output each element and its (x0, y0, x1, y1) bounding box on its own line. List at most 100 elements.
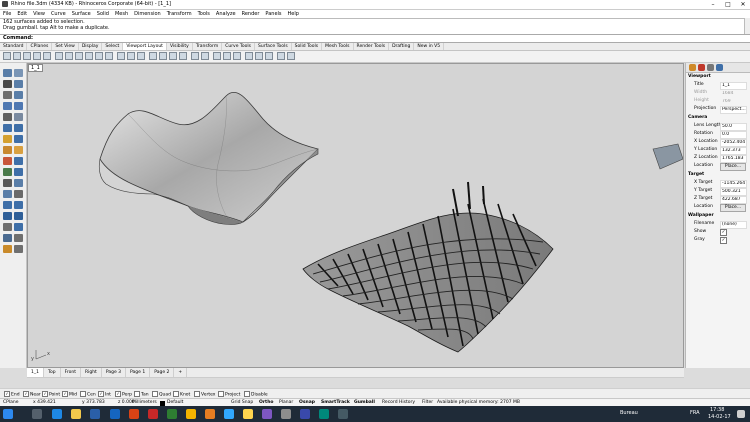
osnap-checkbox[interactable] (194, 391, 200, 397)
excel-icon[interactable] (167, 409, 177, 419)
rotation-field[interactable]: 0.0 (720, 131, 747, 139)
z-location-field[interactable]: 1765.183 (720, 155, 747, 163)
split-horizontal-icon[interactable] (169, 52, 177, 60)
four-views-icon[interactable] (149, 52, 157, 60)
tab-visibility[interactable]: Visibility (167, 43, 193, 50)
viewport-tab-right[interactable]: Right (81, 368, 102, 377)
osnap-checkbox[interactable]: ✓ (98, 391, 104, 397)
close-button[interactable]: ✕ (736, 0, 750, 9)
pan-icon[interactable] (85, 52, 93, 60)
y-location-field[interactable]: 132.373 (720, 147, 747, 155)
surface-icon[interactable] (3, 124, 12, 132)
text-icon[interactable] (14, 234, 23, 242)
language-label[interactable]: Bureau (620, 410, 638, 416)
osnap-checkbox[interactable]: ✓ (23, 391, 29, 397)
cut-icon[interactable] (55, 52, 63, 60)
wavy-surface[interactable] (98, 92, 319, 225)
tab-mesh-tools[interactable]: Mesh Tools (322, 43, 354, 50)
viewport-title[interactable]: 1_1 (28, 64, 43, 72)
osnap-checkbox[interactable]: ✓ (115, 391, 121, 397)
x-location-field[interactable]: -2052.404 (720, 139, 747, 147)
render-icon[interactable] (255, 52, 263, 60)
trim-icon[interactable] (14, 179, 23, 187)
maximize-button[interactable]: □ (721, 0, 735, 9)
filename-field[interactable]: (none) (720, 221, 747, 229)
ellipse-icon[interactable] (14, 102, 23, 110)
import-icon[interactable] (43, 52, 51, 60)
tab-viewport-layout[interactable]: Viewport Layout (123, 43, 167, 50)
osnap-checkbox[interactable] (244, 391, 250, 397)
select-arrow-icon[interactable] (3, 69, 12, 77)
z-target-field[interactable]: 422.687 (720, 196, 747, 204)
menu-mesh[interactable]: Mesh (112, 10, 131, 18)
show-checkbox[interactable]: ✓ (720, 229, 727, 236)
osnap-perp[interactable]: ✓ Perp (115, 391, 132, 398)
menu-help[interactable]: Help (285, 10, 302, 18)
menu-file[interactable]: File (0, 10, 14, 18)
loft-icon[interactable] (3, 135, 12, 143)
rotate-icon[interactable] (3, 212, 12, 220)
viewport-tab-page-2[interactable]: Page 2 (150, 368, 175, 377)
select-points-icon[interactable] (14, 69, 23, 77)
split-icon[interactable] (3, 190, 12, 198)
tab-new-in-v5[interactable]: New in V5 (414, 43, 445, 50)
dimension-icon[interactable] (3, 234, 12, 242)
tab-surface-tools[interactable]: Surface Tools (255, 43, 292, 50)
app-icon[interactable] (338, 409, 348, 419)
clock-time[interactable]: 17:38 (710, 407, 724, 413)
properties-tab-icon[interactable] (689, 64, 696, 71)
waffle-structure[interactable] (302, 181, 554, 353)
paste-icon[interactable] (75, 52, 83, 60)
join-icon[interactable] (14, 168, 23, 176)
sweep-icon[interactable] (14, 135, 23, 143)
curve-icon[interactable] (3, 91, 12, 99)
perspective-viewport[interactable]: y x 1_1 (27, 63, 684, 368)
osnap-int[interactable]: ✓ Int (98, 391, 111, 398)
menu-surface[interactable]: Surface (69, 10, 94, 18)
x-target-field[interactable]: -1145.264 (720, 180, 747, 188)
polygon-icon[interactable] (14, 113, 23, 121)
osnap-knot[interactable]: Knot (173, 391, 190, 398)
photoshop-icon[interactable] (224, 409, 234, 419)
explode-icon[interactable] (3, 179, 12, 187)
tab-solid-tools[interactable]: Solid Tools (292, 43, 323, 50)
group-icon[interactable] (14, 190, 23, 198)
fillet-icon[interactable] (3, 168, 12, 176)
osnap-checkbox[interactable] (152, 391, 158, 397)
lights-icon[interactable] (265, 52, 273, 60)
copy-viewport-icon[interactable] (201, 52, 209, 60)
notification-icon[interactable] (737, 410, 745, 418)
array-icon[interactable] (14, 223, 23, 231)
mirror-icon[interactable] (3, 223, 12, 231)
point-icon[interactable] (3, 80, 12, 88)
camera-place-button[interactable]: Place... (720, 163, 746, 171)
layers-tab-icon[interactable] (698, 64, 705, 71)
arc-icon[interactable] (14, 91, 23, 99)
powerpoint-icon[interactable] (129, 409, 139, 419)
word-icon[interactable] (110, 409, 120, 419)
chrome-icon[interactable] (186, 409, 196, 419)
tab-set-view[interactable]: Set View (52, 43, 79, 50)
osnap-checkbox[interactable] (80, 391, 86, 397)
options-icon[interactable] (277, 52, 285, 60)
tab-cplanes[interactable]: CPlanes (27, 43, 53, 50)
viewport-scene[interactable]: y x (28, 64, 683, 367)
tab-render-tools[interactable]: Render Tools (354, 43, 390, 50)
osnap-checkbox[interactable] (173, 391, 179, 397)
tab-standard[interactable]: Standard (0, 43, 28, 50)
menu-tools[interactable]: Tools (195, 10, 213, 18)
zoom-icon[interactable] (105, 52, 113, 60)
object-properties-icon[interactable] (233, 52, 241, 60)
viewport-tab-front[interactable]: Front (61, 368, 81, 377)
named-views-icon[interactable] (213, 52, 221, 60)
circle-icon[interactable] (3, 102, 12, 110)
zoom-selected-icon[interactable] (137, 52, 145, 60)
tab-display[interactable]: Display (79, 43, 103, 50)
app-icon[interactable] (319, 409, 329, 419)
menu-analyze[interactable]: Analyze (213, 10, 239, 18)
analyze-icon[interactable] (3, 245, 12, 253)
osnap-checkbox[interactable]: ✓ (62, 391, 68, 397)
copy-icon[interactable] (65, 52, 73, 60)
polyline-icon[interactable] (14, 80, 23, 88)
task-view-icon[interactable] (32, 409, 42, 419)
